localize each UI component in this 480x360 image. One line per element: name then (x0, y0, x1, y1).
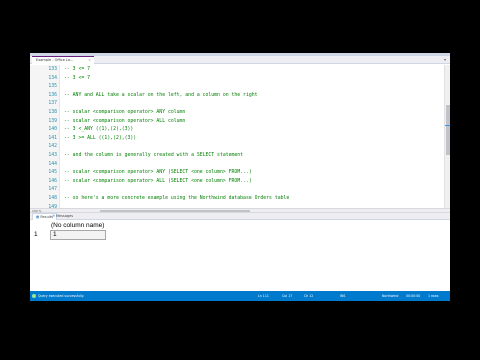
code-comment: -- scalar <comparison operator> ANY (SEL… (64, 170, 252, 176)
status-ins: INS (340, 294, 346, 298)
code-line[interactable]: 144 (30, 161, 430, 170)
success-icon (32, 294, 36, 298)
line-number: 140 (48, 127, 57, 133)
status-message: Query executed successfully. (38, 294, 85, 298)
code-line[interactable]: 147 (30, 186, 430, 195)
results-tabs: ▦Results ✉Messages (30, 213, 450, 220)
status-line: Ln 111 (258, 294, 269, 298)
line-number: 139 (48, 118, 57, 124)
code-editor[interactable]: 133 -- 3 <= 7 134 -- 3 <= 7 135 136 -- ANY and… (30, 65, 450, 208)
code-line[interactable]: 146 -- scalar <comparison operator> ALL (… (30, 178, 430, 187)
line-number: 138 (48, 110, 57, 115)
code-comment: -- scalar <comparison operator> ALL colu… (64, 118, 186, 124)
vertical-scrollbar[interactable] (444, 65, 450, 208)
code-comment: -- ANY and ALL take a scalar on the left… (64, 92, 258, 98)
line-number: 135 (48, 84, 57, 90)
code-line[interactable]: 145 -- scalar <comparison operator> ANY (… (30, 169, 430, 178)
code-line[interactable]: 137 (30, 100, 430, 109)
code-comment: -- and the column is generally created w… (64, 153, 244, 158)
results-grid[interactable]: (No column name) 1 1 (30, 220, 450, 291)
code-line[interactable]: 138 -- scalar <comparison operator> ANY c… (30, 109, 430, 118)
tab-messages-label: Messages (55, 214, 74, 218)
line-number: 145 (48, 170, 57, 176)
horizontal-scrollbar[interactable] (100, 210, 250, 212)
document-tab-bar: Example - Office Lo... × ▾ (30, 56, 450, 64)
code-line[interactable]: 136 -- ANY and ALL take a scalar on the l… (30, 92, 430, 101)
document-tab[interactable]: Example - Office Lo... × (32, 56, 94, 64)
status-rows: 1 rows (428, 294, 439, 298)
status-database: Northwind (382, 294, 399, 298)
line-number: 136 (48, 92, 57, 98)
ssms-window: Example - Office Lo... × ▾ 133 -- 3 <= 71… (30, 53, 450, 301)
code-comment: -- scalar <comparison operator> ALL (SEL… (64, 178, 252, 184)
column-header[interactable]: (No column name) (51, 221, 107, 230)
query-status-bar: Query executed successfully. Ln 111 Col … (30, 291, 450, 301)
chevron-down-icon[interactable]: ▾ (444, 56, 446, 63)
row-number[interactable]: 1 (34, 230, 46, 240)
line-number: 146 (48, 178, 57, 184)
code-line[interactable]: 142 (30, 143, 430, 152)
line-number: 137 (48, 101, 57, 107)
code-line[interactable]: 134 -- 3 <= 7 (30, 75, 430, 84)
code-comment: -- 3 >= ALL ((1),(2),(3)) (64, 135, 137, 141)
line-number: 148 (48, 196, 57, 201)
code-line[interactable]: 141 -- 3 >= ALL ((1),(2),(3)) (30, 135, 430, 144)
code-comment: -- 3 <= 7 (64, 67, 90, 72)
code-line[interactable]: 148 -- so here's a more concrete example … (30, 195, 430, 204)
status-elapsed: 00:00:00 (406, 294, 421, 298)
code-line[interactable]: 140 -- 3 <_ANY ((1),(2),(3)) (30, 126, 430, 135)
code-comment: -- so here's a more concrete example usi… (64, 196, 290, 201)
code-line[interactable]: 135 (30, 83, 430, 92)
scroll-marker (445, 125, 450, 126)
line-number: 142 (48, 144, 57, 150)
line-number: 141 (48, 135, 57, 141)
line-number: 144 (48, 161, 57, 167)
line-number: 143 (48, 153, 57, 158)
code-line[interactable]: 133 -- 3 <= 7 (30, 66, 430, 75)
code-line[interactable]: 143 -- and the column is generally create… (30, 152, 430, 161)
line-number: 134 (48, 75, 57, 81)
code-comment: -- 3 <= 7 (64, 75, 90, 81)
scrollbar-thumb[interactable] (446, 105, 450, 155)
line-number: 147 (48, 187, 57, 193)
document-tab-title: Example - Office Lo... (36, 58, 74, 62)
message-icon: ✉ (52, 214, 55, 218)
status-column: Col 17 (282, 294, 293, 298)
tab-messages[interactable]: ✉Messages (52, 213, 73, 220)
code-comment: -- 3 <_ANY ((1),(2),(3)) (64, 127, 134, 133)
status-char: Ch 12 (304, 294, 314, 298)
code-comment: -- scalar <comparison operator> ANY colu… (64, 110, 186, 115)
result-cell[interactable]: 1 (50, 230, 106, 240)
grid-icon: ▦ (36, 215, 40, 219)
line-number: 133 (48, 67, 57, 72)
close-icon[interactable]: × (88, 57, 91, 64)
code-line[interactable]: 139 -- scalar <comparison operator> ALL c… (30, 118, 430, 127)
